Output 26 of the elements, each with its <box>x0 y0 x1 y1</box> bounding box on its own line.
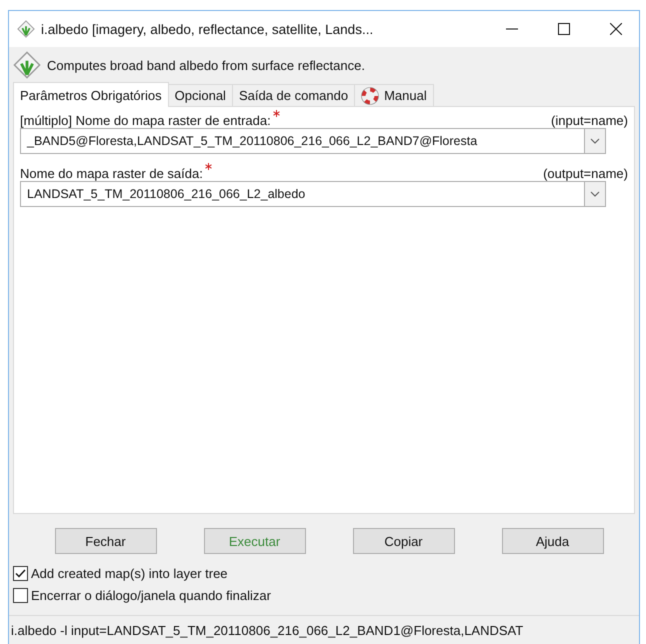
tab[interactable]: Parâmetros Obrigatórios <box>13 82 169 107</box>
window-title: i.albedo [imagery, albedo, reflectance, satellite, Lands... <box>41 22 374 36</box>
module-icon <box>13 51 41 79</box>
raster-combo[interactable]: LANDSAT_5_TM_20110806_216_066_L2_albedo <box>20 181 606 207</box>
raster-combo[interactable]: _BAND5@Floresta,LANDSAT_5_TM_20110806_216_066_L2_BAND7@Floresta <box>20 128 606 154</box>
parameter-name: (input=name) <box>551 113 628 128</box>
checkbox-label: Encerrar o diálogo/janela quando finalizar <box>31 588 271 603</box>
parameter-name: (output=name) <box>543 166 628 181</box>
field-label: [múltiplo] Nome do mapa raster de entrada: <box>20 113 271 128</box>
app-icon <box>17 20 35 38</box>
checkbox-label: Add created map(s) into layer tree <box>31 566 228 581</box>
checkbox[interactable] <box>13 566 28 581</box>
lifebuoy-icon <box>361 86 380 104</box>
dialog-button[interactable]: Ajuda <box>502 528 604 554</box>
dialog-button[interactable]: Fechar <box>54 528 156 554</box>
chevron-icon <box>590 138 600 144</box>
close-icon <box>610 23 622 35</box>
chevron-icon <box>590 191 600 197</box>
command-line: i.albedo -l input=LANDSAT_5_TM_20110806_216_066_L2_BAND1@Floresta,LANDSAT <box>11 622 524 638</box>
tab[interactable]: Manual <box>354 84 434 107</box>
module-description: Computes broad band albedo from surface reflectance. <box>47 58 365 72</box>
minimize-icon <box>506 28 518 30</box>
dialog-button[interactable]: Copiar <box>352 528 454 554</box>
checkbox[interactable] <box>13 588 28 603</box>
maximize-icon <box>558 23 570 35</box>
field-label: Nome do mapa raster de saída: <box>20 166 203 181</box>
